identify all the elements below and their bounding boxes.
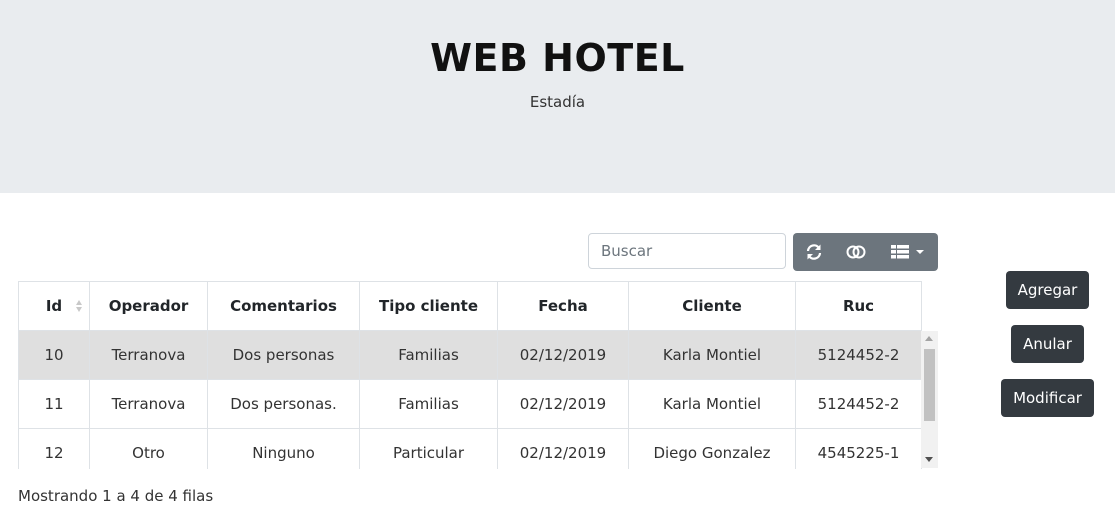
column-header-ruc[interactable]: Ruc — [795, 281, 922, 331]
cell-cliente: Diego Gonzalez — [628, 428, 796, 469]
cancel-button[interactable]: Anular — [1011, 325, 1084, 363]
cell-comentarios: Dos personas — [207, 330, 360, 380]
cell-operador: Otro — [89, 428, 208, 469]
cell-cliente: Karla Montiel — [628, 330, 796, 380]
cell-fecha: 02/12/2019 — [497, 330, 629, 380]
cell-id: 10 — [18, 330, 90, 380]
cell-tipo-cliente: Familias — [359, 379, 498, 429]
column-header-tipo-cliente[interactable]: Tipo cliente — [359, 281, 498, 331]
toggle-view-button[interactable] — [835, 233, 877, 271]
cell-cliente: Karla Montiel — [628, 379, 796, 429]
header-jumbotron: WEB HOTEL Estadía — [0, 0, 1115, 193]
cell-tipo-cliente: Familias — [359, 330, 498, 380]
sort-icon — [76, 300, 82, 312]
table-row[interactable]: 10 Terranova Dos personas Familias 02/12… — [18, 330, 922, 380]
cell-comentarios: Dos personas. — [207, 379, 360, 429]
caret-down-icon — [915, 250, 924, 254]
cell-id: 12 — [18, 428, 90, 469]
column-header-operador[interactable]: Operador — [89, 281, 208, 331]
table-scrollbar[interactable] — [921, 331, 938, 468]
columns-icon — [890, 245, 909, 259]
cell-operador: Terranova — [89, 379, 208, 429]
page-title: WEB HOTEL — [430, 36, 685, 80]
cell-ruc: 4545225-1 — [795, 428, 922, 469]
cell-operador: Terranova — [89, 330, 208, 380]
data-table-container: Id Operador Comentarios Tipo cliente Fec… — [18, 281, 938, 469]
scroll-down-arrow-icon[interactable] — [925, 457, 933, 462]
add-button[interactable]: Agregar — [1006, 271, 1089, 309]
table-header-row: Id Operador Comentarios Tipo cliente Fec… — [18, 281, 922, 331]
columns-dropdown-button[interactable] — [877, 233, 938, 271]
cell-fecha: 02/12/2019 — [497, 379, 629, 429]
refresh-button[interactable] — [793, 233, 835, 271]
scroll-up-arrow-icon[interactable] — [925, 336, 933, 341]
column-header-comentarios[interactable]: Comentarios — [207, 281, 360, 331]
pagination-info: Mostrando 1 a 4 de 4 filas — [18, 487, 214, 505]
table-toolbar — [793, 233, 938, 271]
table-row[interactable]: 12 Otro Ninguno Particular 02/12/2019 Di… — [18, 428, 922, 469]
data-table: Id Operador Comentarios Tipo cliente Fec… — [18, 281, 922, 469]
cell-comentarios: Ninguno — [207, 428, 360, 469]
cell-id: 11 — [18, 379, 90, 429]
column-header-fecha[interactable]: Fecha — [497, 281, 629, 331]
cell-fecha: 02/12/2019 — [497, 428, 629, 469]
cell-ruc: 5124452-2 — [795, 330, 922, 380]
cell-tipo-cliente: Particular — [359, 428, 498, 469]
refresh-icon — [806, 244, 822, 260]
column-header-id[interactable]: Id — [18, 281, 90, 331]
cell-ruc: 5124452-2 — [795, 379, 922, 429]
page-subtitle: Estadía — [529, 93, 586, 111]
search-input[interactable] — [588, 233, 786, 269]
toggle-icon — [846, 245, 866, 259]
column-header-cliente[interactable]: Cliente — [628, 281, 796, 331]
table-row[interactable]: 11 Terranova Dos personas. Familias 02/1… — [18, 379, 922, 429]
scrollbar-thumb[interactable] — [924, 349, 935, 421]
edit-button[interactable]: Modificar — [1001, 379, 1094, 417]
